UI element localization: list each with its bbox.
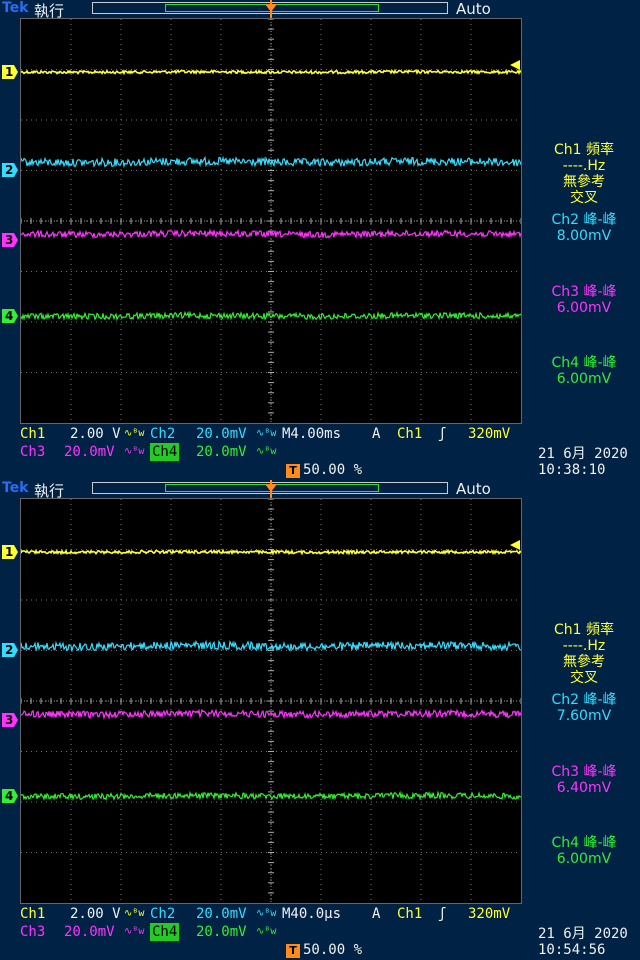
trigger-type: A xyxy=(372,906,381,922)
ch4-vertical-scale[interactable]: 20.0mV xyxy=(196,923,247,941)
bandwidth-limit-icon: ∿ᴮw xyxy=(256,926,277,937)
ch3-ground-marker[interactable]: 3 xyxy=(2,233,18,247)
ch1-waveform xyxy=(21,548,521,556)
bandwidth-limit-icon: ∿ᴮw xyxy=(124,446,145,457)
bandwidth-limit-icon: ∿ᴮw xyxy=(124,908,145,919)
ch4-vertical-scale[interactable]: 20.0mV xyxy=(196,443,247,461)
trigger-mode[interactable]: Auto xyxy=(456,0,491,18)
date-readout: 21 6月 2020 xyxy=(538,926,628,942)
ch3-vertical-scale[interactable]: 20.0mV xyxy=(64,923,115,941)
ch2-label[interactable]: Ch2 xyxy=(150,905,175,923)
ch2-waveform xyxy=(21,155,521,169)
ch1-vertical-scale[interactable]: 2.00 V xyxy=(70,425,121,443)
bandwidth-limit-icon: ∿ᴮw xyxy=(124,926,145,937)
ch4-waveform xyxy=(21,310,521,322)
ch2-pk-pk-measurement: Ch2 峰-峰 7.60mV xyxy=(551,692,617,724)
bandwidth-limit-icon: ∿ᴮw xyxy=(256,446,277,457)
bandwidth-limit-icon: ∿ᴮw xyxy=(256,428,277,439)
settings-row-1: Ch1 2.00 V ∿ᴮw Ch2 20.0mV ∿ᴮw M40.0µs A … xyxy=(0,905,640,923)
trigger-position-icon: T xyxy=(286,944,300,958)
scope-screen-1: Tek 執行 Auto T 1 2 3 4 xyxy=(0,0,640,480)
ch1-waveform xyxy=(21,68,521,76)
trigger-position-readout[interactable]: T 50.00 % xyxy=(286,462,362,478)
ch1-label[interactable]: Ch1 xyxy=(20,905,45,923)
timebase-scale[interactable]: M40.0µs xyxy=(282,905,341,923)
trigger-source[interactable]: Ch1 xyxy=(397,425,422,443)
ch3-waveform xyxy=(21,228,521,240)
ch2-vertical-scale[interactable]: 20.0mV xyxy=(196,905,247,923)
ch4-ground-marker[interactable]: 4 xyxy=(2,309,18,323)
timestamp: 21 6月 2020 10:38:10 xyxy=(538,446,638,478)
status-header: Tek 執行 Auto xyxy=(0,480,640,500)
ch4-pk-pk-measurement: Ch4 峰-峰 6.00mV xyxy=(551,835,617,867)
trigger-level-arrow[interactable] xyxy=(508,60,520,70)
ch1-frequency-measurement: Ch1 頻率 ----.Hz 無參考 交叉 xyxy=(553,622,614,686)
waveform-graticule[interactable] xyxy=(20,498,522,904)
ch3-vertical-scale[interactable]: 20.0mV xyxy=(64,443,115,461)
ch4-ground-marker[interactable]: 4 xyxy=(2,789,18,803)
ch1-ground-marker[interactable]: 1 xyxy=(2,545,18,559)
status-header: Tek 執行 Auto xyxy=(0,0,640,20)
scope-screen-2: Tek 執行 Auto T 1 2 3 4 xyxy=(0,480,640,960)
trigger-type: A xyxy=(372,426,381,442)
date-readout: 21 6月 2020 xyxy=(538,446,628,462)
ch2-pk-pk-measurement: Ch2 峰-峰 8.00mV xyxy=(551,212,617,244)
ch4-label[interactable]: Ch4 xyxy=(150,923,180,941)
ch1-ground-marker[interactable]: 1 xyxy=(2,65,18,79)
ch3-label[interactable]: Ch3 xyxy=(20,443,45,461)
ch1-vertical-scale[interactable]: 2.00 V xyxy=(70,905,121,923)
trigger-position-readout[interactable]: T 50.00 % xyxy=(286,942,362,958)
ch2-label[interactable]: Ch2 xyxy=(150,425,175,443)
ch3-label[interactable]: Ch3 xyxy=(20,923,45,941)
trigger-level-arrow[interactable] xyxy=(508,540,520,550)
ch2-ground-marker[interactable]: 2 xyxy=(2,163,18,177)
bandwidth-limit-icon: ∿ᴮw xyxy=(124,428,145,439)
tek-logo: Tek xyxy=(2,0,29,16)
ch3-ground-marker[interactable]: 3 xyxy=(2,713,18,727)
timebase-scale[interactable]: M4.00ms xyxy=(282,425,341,443)
trigger-slope-icon: ʃ xyxy=(438,426,447,442)
ch4-pk-pk-measurement: Ch4 峰-峰 6.00mV xyxy=(551,355,617,387)
ch1-label[interactable]: Ch1 xyxy=(20,425,45,443)
time-readout: 10:54:56 xyxy=(538,942,606,958)
trigger-position-icon: T xyxy=(286,464,300,478)
ch2-waveform xyxy=(21,639,521,653)
trigger-level[interactable]: 320mV xyxy=(468,425,510,443)
ch4-waveform xyxy=(21,790,521,802)
bandwidth-limit-icon: ∿ᴮw xyxy=(256,908,277,919)
ch2-ground-marker[interactable]: 2 xyxy=(2,643,18,657)
trigger-mode[interactable]: Auto xyxy=(456,480,491,498)
settings-readout: Ch1 2.00 V ∿ᴮw Ch2 20.0mV ∿ᴮw M40.0µs A … xyxy=(0,904,640,960)
ch1-frequency-measurement: Ch1 頻率 ----.Hz 無參考 交叉 xyxy=(553,142,614,206)
ch3-pk-pk-measurement: Ch3 峰-峰 6.40mV xyxy=(551,764,617,796)
ch3-waveform xyxy=(21,708,521,720)
trigger-source[interactable]: Ch1 xyxy=(397,905,422,923)
waveform-traces xyxy=(21,68,521,322)
waveform-traces xyxy=(21,548,521,802)
settings-readout: Ch1 2.00 V ∿ᴮw Ch2 20.0mV ∿ᴮw M4.00ms A … xyxy=(0,424,640,480)
tek-logo: Tek xyxy=(2,480,29,496)
timestamp: 21 6月 2020 10:54:56 xyxy=(538,926,638,958)
trigger-slope-icon: ʃ xyxy=(438,906,447,922)
ch4-label[interactable]: Ch4 xyxy=(150,443,180,461)
ch3-pk-pk-measurement: Ch3 峰-峰 6.00mV xyxy=(551,284,617,316)
waveform-graticule[interactable] xyxy=(20,18,522,424)
ch2-vertical-scale[interactable]: 20.0mV xyxy=(196,425,247,443)
settings-row-1: Ch1 2.00 V ∿ᴮw Ch2 20.0mV ∿ᴮw M4.00ms A … xyxy=(0,425,640,443)
trigger-level[interactable]: 320mV xyxy=(468,905,510,923)
time-readout: 10:38:10 xyxy=(538,462,606,478)
